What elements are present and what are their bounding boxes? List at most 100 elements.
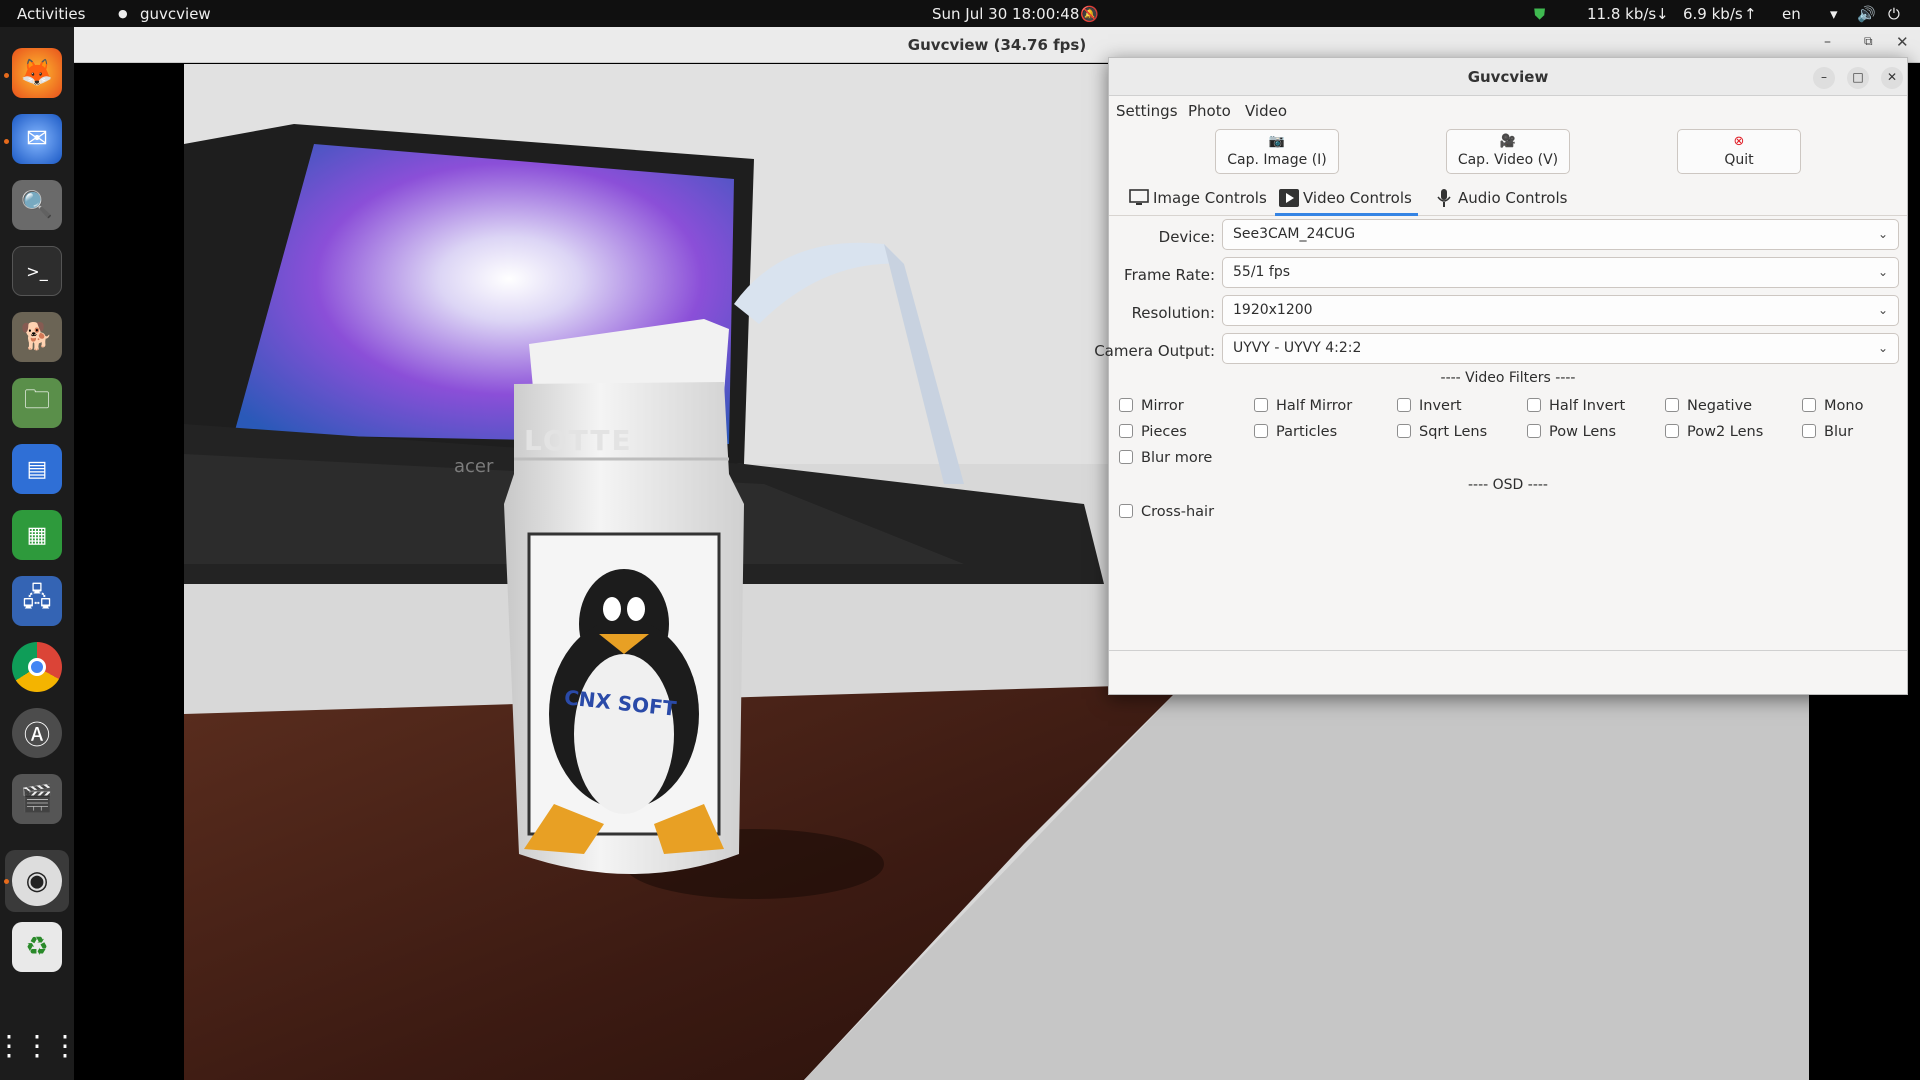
resolution-select[interactable]: 1920x1200 ⌄ <box>1222 295 1899 326</box>
filter-label: Pow Lens <box>1549 424 1617 440</box>
microphone-icon <box>1437 189 1451 207</box>
video-filters-heading: ---- Video Filters ---- <box>1440 370 1576 386</box>
panel-title: Guvcview <box>1109 58 1907 96</box>
shield-icon[interactable]: ⛊ <box>1534 5 1545 23</box>
osd-crosshair-checkbox[interactable]: Cross-hair <box>1119 504 1214 520</box>
minimize-icon[interactable]: – <box>1813 67 1835 89</box>
webcam-icon[interactable]: ◉ <box>12 856 62 906</box>
control-panel-window: Guvcview – □ ✕ Settings Photo Video 📷 Ca… <box>1094 57 1908 695</box>
framerate-select[interactable]: 55/1 fps ⌄ <box>1222 257 1899 288</box>
filter-invert-checkbox[interactable]: Invert <box>1397 398 1462 414</box>
menu-settings[interactable]: Settings <box>1116 102 1178 120</box>
filter-label: Half Mirror <box>1276 398 1353 414</box>
tab-video-controls[interactable]: Video Controls <box>1275 180 1418 216</box>
calc-icon[interactable]: ▦ <box>12 510 62 560</box>
filter-label: Pow2 Lens <box>1687 424 1764 440</box>
tab-audio-controls[interactable]: Audio Controls <box>1430 180 1570 216</box>
capture-image-label: Cap. Image (I) <box>1227 152 1327 168</box>
filter-label: Blur more <box>1141 450 1213 466</box>
filter-negative-checkbox[interactable]: Negative <box>1665 398 1752 414</box>
filter-label: Negative <box>1687 398 1753 414</box>
tab-image-label: Image Controls <box>1153 189 1267 207</box>
filter-particles-checkbox[interactable]: Particles <box>1254 424 1337 440</box>
writer-icon[interactable]: ▤ <box>12 444 62 494</box>
capture-video-button[interactable]: 🎥 Cap. Video (V) <box>1446 129 1570 174</box>
arrow-down-icon: ↓ <box>1656 5 1669 23</box>
quit-button[interactable]: ⊗ Quit <box>1677 129 1801 174</box>
filter-pow-lens-checkbox[interactable]: Pow Lens <box>1527 424 1616 440</box>
menu-bar: Settings Photo Video <box>1109 96 1907 124</box>
quit-label: Quit <box>1724 152 1754 168</box>
menu-photo[interactable]: Photo <box>1188 102 1231 120</box>
tab-image-controls[interactable]: Image Controls <box>1125 180 1270 216</box>
filter-label: Invert <box>1419 398 1462 414</box>
firefox-icon[interactable]: 🦊 <box>12 48 62 98</box>
running-indicator <box>4 879 9 884</box>
tab-bar: Image Controls Video Controls Audio Cont… <box>1109 180 1907 216</box>
filter-label: Half Invert <box>1549 398 1626 414</box>
filter-sqrt-lens-checkbox[interactable]: Sqrt Lens <box>1397 424 1487 440</box>
filter-mirror-checkbox[interactable]: Mirror <box>1119 398 1184 414</box>
filter-label: Mono <box>1824 398 1864 414</box>
device-select[interactable]: See3CAM_24CUG ⌄ <box>1222 219 1899 250</box>
osd-label: Cross-hair <box>1141 504 1215 520</box>
software-icon[interactable]: Ⓐ <box>12 708 62 758</box>
tab-video-label: Video Controls <box>1303 189 1412 207</box>
camera-output-value: UYVY - UYVY 4:2:2 <box>1233 340 1362 356</box>
camera-output-select[interactable]: UYVY - UYVY 4:2:2 ⌄ <box>1222 333 1899 364</box>
filter-label: Mirror <box>1141 398 1184 414</box>
filter-half-mirror-checkbox[interactable]: Half Mirror <box>1254 398 1352 414</box>
filter-label: Sqrt Lens <box>1419 424 1488 440</box>
running-indicator <box>4 139 9 144</box>
filter-blur-more-checkbox[interactable]: Blur more <box>1119 450 1212 466</box>
chevron-down-icon: ⌄ <box>1877 227 1888 241</box>
filter-label: Particles <box>1276 424 1338 440</box>
resolution-label: Resolution: <box>1131 304 1215 322</box>
gimp-icon[interactable]: 🐕 <box>12 312 62 362</box>
inkscape-icon[interactable]: 🎬 <box>12 774 62 824</box>
minimize-icon[interactable]: – <box>1824 34 1831 50</box>
filter-mono-checkbox[interactable]: Mono <box>1802 398 1863 414</box>
activities-button[interactable]: Activities <box>17 5 85 23</box>
remote-desktop-icon[interactable]: 🖧 <box>12 576 62 626</box>
close-icon[interactable]: ✕ <box>1881 67 1903 89</box>
filter-half-invert-checkbox[interactable]: Half Invert <box>1527 398 1625 414</box>
capture-video-label: Cap. Video (V) <box>1457 152 1559 168</box>
chrome-icon[interactable] <box>12 642 62 692</box>
search-icon[interactable]: 🔍 <box>12 180 62 230</box>
top-bar: Activities ● guvcview Sun Jul 30 18:00:4… <box>0 0 1920 27</box>
language-indicator[interactable]: en <box>1782 5 1801 23</box>
terminal-icon[interactable]: >_ <box>12 246 62 296</box>
close-icon[interactable]: ✕ <box>1896 33 1909 51</box>
maximize-icon[interactable]: □ <box>1847 67 1869 89</box>
camera-output-label: Camera Output: <box>1094 342 1215 360</box>
video-camera-icon: 🎥 <box>1499 134 1517 149</box>
wifi-icon[interactable]: ▾ <box>1830 5 1838 23</box>
volume-icon[interactable]: 🔊 <box>1857 5 1876 23</box>
filter-pieces-checkbox[interactable]: Pieces <box>1119 424 1187 440</box>
chevron-down-icon: ⌄ <box>1877 341 1888 355</box>
device-label: Device: <box>1158 228 1215 246</box>
files-icon[interactable]: 🗀 <box>12 378 62 428</box>
chevron-down-icon: ⌄ <box>1877 303 1888 317</box>
filter-pow2-lens-checkbox[interactable]: Pow2 Lens <box>1665 424 1763 440</box>
framerate-label: Frame Rate: <box>1124 266 1215 284</box>
net-down-speed: 11.8 kb/s <box>1587 5 1657 23</box>
capture-image-button[interactable]: 📷 Cap. Image (I) <box>1215 129 1339 174</box>
maximize-icon[interactable]: ⧉ <box>1864 34 1873 49</box>
app-grid-icon[interactable]: ⋮⋮⋮ <box>0 1020 79 1070</box>
video-play-icon <box>1279 189 1299 207</box>
chevron-down-icon: ⌄ <box>1877 265 1888 279</box>
clock[interactable]: Sun Jul 30 18:00:48 <box>932 5 1079 23</box>
thunderbird-icon[interactable]: ✉ <box>12 114 62 164</box>
filter-blur-checkbox[interactable]: Blur <box>1802 424 1853 440</box>
osd-heading: ---- OSD ---- <box>1467 477 1548 493</box>
menu-video[interactable]: Video <box>1245 102 1287 120</box>
camera-icon: 📷 <box>1268 134 1286 149</box>
resolution-value: 1920x1200 <box>1233 302 1313 318</box>
trash-icon[interactable]: ♻ <box>12 922 62 972</box>
app-menu[interactable]: guvcview <box>140 5 211 23</box>
power-icon[interactable]: ⏻ <box>1888 5 1900 23</box>
monitor-icon <box>1129 189 1149 205</box>
bottle-brand-text: LOTTE <box>524 424 633 457</box>
